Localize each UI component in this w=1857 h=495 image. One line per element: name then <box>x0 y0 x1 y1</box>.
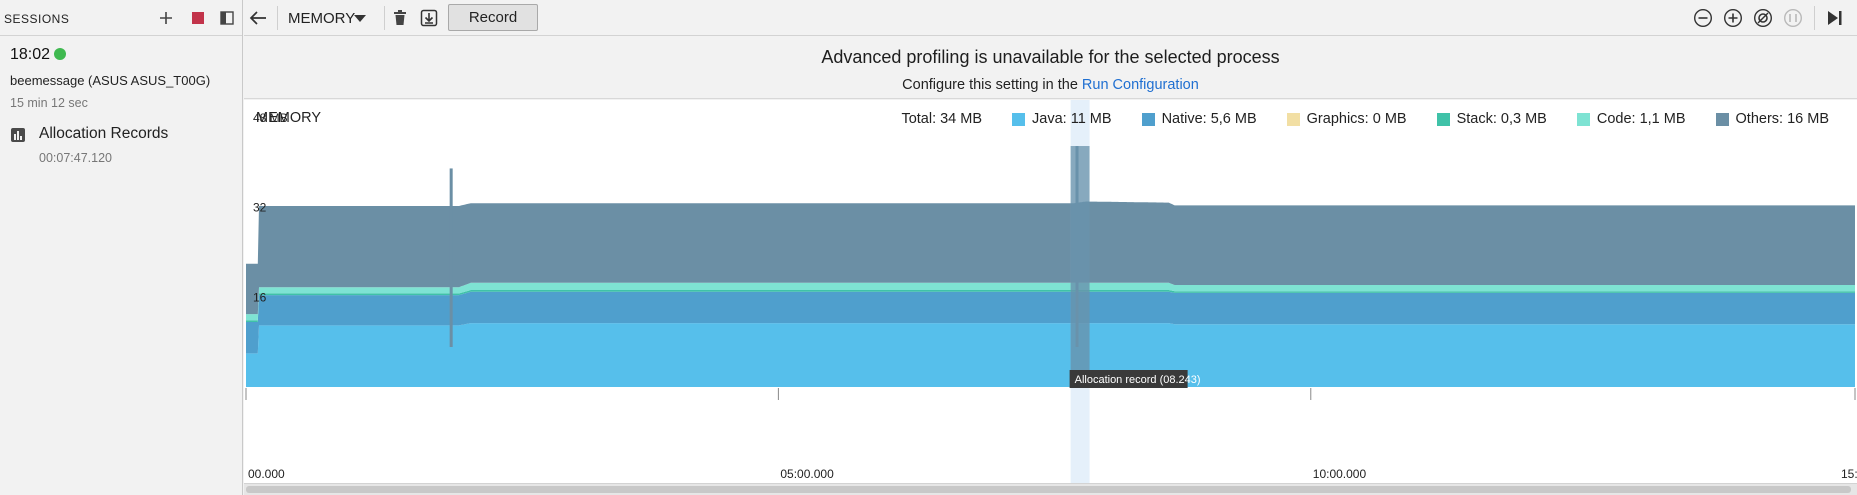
x-tick-label: 15: <box>1841 467 1857 481</box>
legend-swatch <box>1012 112 1026 126</box>
reset-zoom-icon[interactable] <box>1753 8 1773 28</box>
legend-label: Java: 11 MB <box>1032 111 1112 127</box>
series-area-java <box>246 323 1855 387</box>
record-button[interactable]: Record <box>448 4 538 31</box>
x-tick-label: 10:00.000 <box>1313 467 1367 481</box>
legend-swatch <box>1286 112 1300 126</box>
sessions-header: SESSIONS <box>0 0 242 36</box>
allocation-records-time: 00:07:47.120 <box>39 151 112 165</box>
banner-prefix: Configure this setting in the <box>902 77 1082 93</box>
session-time: 18:02 <box>10 46 51 63</box>
add-session-icon[interactable] <box>157 9 175 27</box>
y-tick-label: 32 <box>253 201 267 215</box>
profiler-dropdown[interactable]: MEMORY <box>288 7 378 29</box>
toolbar-divider <box>384 6 385 30</box>
legend-swatch <box>1141 112 1155 126</box>
session-duration: 15 min 12 sec <box>10 96 88 110</box>
profiling-unavailable-banner: Advanced profiling is unavailable for th… <box>244 36 1857 99</box>
legend-label: Others: 16 MB <box>1735 111 1829 127</box>
y-tick-label: 16 <box>253 290 267 304</box>
zoom-out-icon[interactable] <box>1693 8 1713 28</box>
back-arrow-icon[interactable] <box>248 8 268 28</box>
trash-icon[interactable] <box>390 8 410 28</box>
sessions-panel: SESSIONS 18:02 beemessage (ASUS ASUS_T00… <box>0 0 243 495</box>
x-tick-label: 00.000 <box>248 467 285 481</box>
timeline-scroll-thumb[interactable] <box>246 486 1851 493</box>
memory-spike <box>449 168 453 347</box>
tooltip-text: Allocation record (08.243) <box>1075 374 1201 386</box>
allocation-records-item[interactable]: Allocation Records 00:07:47.120 <box>0 122 242 172</box>
session-device: beemessage (ASUS ASUS_T00G) <box>10 73 211 88</box>
memory-chart[interactable]: 48 MB 32 16 00.000 05:00.000 10:00.000 15: Allo… <box>244 100 1857 486</box>
zoom-in-icon[interactable] <box>1723 8 1743 28</box>
timeline-scrollbar[interactable] <box>244 483 1857 495</box>
legend-swatch <box>1436 112 1450 126</box>
banner-title: Advanced profiling is unavailable for th… <box>821 47 1280 67</box>
allocation-selection-fill <box>1070 146 1090 387</box>
toolbar: MEMORY Record <box>244 0 1857 36</box>
legend-swatch <box>1715 112 1729 126</box>
bar-chart-icon <box>10 127 26 148</box>
collapse-panel-icon[interactable] <box>218 9 236 27</box>
legend-swatch <box>1576 112 1590 126</box>
legend-item: Others: 16 MB <box>1715 111 1829 127</box>
stop-session-icon[interactable] <box>189 9 207 27</box>
legend-label: Graphics: 0 MB <box>1306 111 1407 127</box>
chevron-down-icon <box>354 15 366 22</box>
session-live-indicator <box>54 48 66 60</box>
memory-legend: Total: 34 MB Java: 11 MB Native: 5,6 MB Gr… <box>901 110 1829 128</box>
memory-chart-svg[interactable]: 48 MB321600.000 05:00.000 10:00.000 15:Allo… <box>244 100 1857 486</box>
save-heap-dump-icon[interactable] <box>419 8 439 28</box>
memory-chart-title: MEMORY <box>256 110 321 126</box>
toolbar-divider <box>1814 6 1815 30</box>
banner-subtitle: Configure this setting in the Run Config… <box>244 77 1857 93</box>
allocation-records-label: Allocation Records <box>39 125 169 142</box>
legend-label: Stack: 0,3 MB <box>1456 111 1547 127</box>
legend-item: Code: 1,1 MB <box>1576 111 1686 127</box>
allocation-tooltip: Allocation record (08.243) <box>1069 370 1201 388</box>
profiler-dropdown-label: MEMORY <box>288 10 356 27</box>
legend-item: Java: 11 MB <box>1012 111 1112 127</box>
toolbar-divider <box>277 6 278 30</box>
legend-item: Native: 5,6 MB <box>1141 111 1257 127</box>
x-tick-label: 05:00.000 <box>780 467 834 481</box>
legend-item: Stack: 0,3 MB <box>1436 111 1547 127</box>
legend-label: Native: 5,6 MB <box>1161 111 1257 127</box>
jump-to-live-icon[interactable] <box>1825 8 1845 28</box>
sessions-title: SESSIONS <box>4 12 70 26</box>
zoom-to-selection-icon <box>1783 8 1803 28</box>
legend-item: Graphics: 0 MB <box>1286 111 1407 127</box>
legend-label: Code: 1,1 MB <box>1596 111 1686 127</box>
legend-total: Total: 34 MB <box>901 111 983 127</box>
run-configuration-link[interactable]: Run Configuration <box>1082 77 1199 93</box>
